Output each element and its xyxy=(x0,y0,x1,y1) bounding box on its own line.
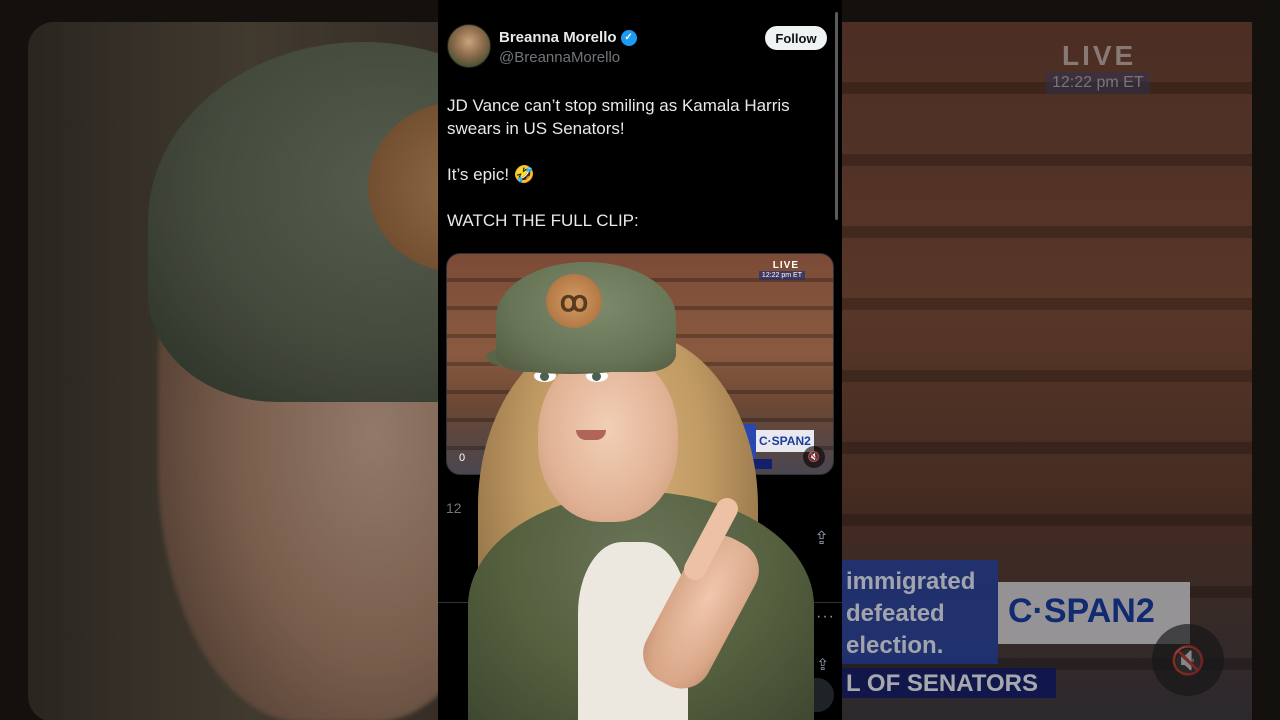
scrollbar[interactable] xyxy=(835,12,838,220)
author-handle[interactable]: @BreannaMorello xyxy=(499,49,620,66)
tweet-video[interactable]: LIVE 12:22 pm ET (?) immigrated He defea… xyxy=(446,253,834,475)
engagement-count: 12 xyxy=(446,500,462,516)
reply-pill[interactable] xyxy=(744,678,834,712)
video-live-label: LIVE xyxy=(772,260,799,271)
views-count: s xyxy=(750,532,757,548)
video-counter: 0 xyxy=(459,452,466,464)
mute-icon[interactable]: 🔇 xyxy=(803,446,825,468)
avatar[interactable] xyxy=(447,24,491,68)
reply-share-icon[interactable]: ⇪ xyxy=(816,655,829,675)
tweet-text: JD Vance can’t stop smiling as Kamala Ha… xyxy=(447,96,790,230)
more-options-icon[interactable]: ··· xyxy=(816,608,835,626)
tweet-panel: Breanna Morello ✓ @BreannaMorello Follow… xyxy=(438,0,842,720)
share-icon[interactable]: ⇪ xyxy=(814,528,829,549)
verified-badge-icon: ✓ xyxy=(620,29,637,46)
author-name-row[interactable]: Breanna Morello ✓ xyxy=(499,29,637,46)
author-name[interactable]: Breanna Morello xyxy=(499,29,617,46)
video-banner: OF SENATORS xyxy=(680,459,772,469)
video-caption: (?) immigrated He defeated 2024 election… xyxy=(680,424,756,462)
video-time-label: 12:22 pm ET xyxy=(758,271,805,280)
divider xyxy=(438,602,842,603)
follow-button[interactable]: Follow xyxy=(765,26,827,50)
